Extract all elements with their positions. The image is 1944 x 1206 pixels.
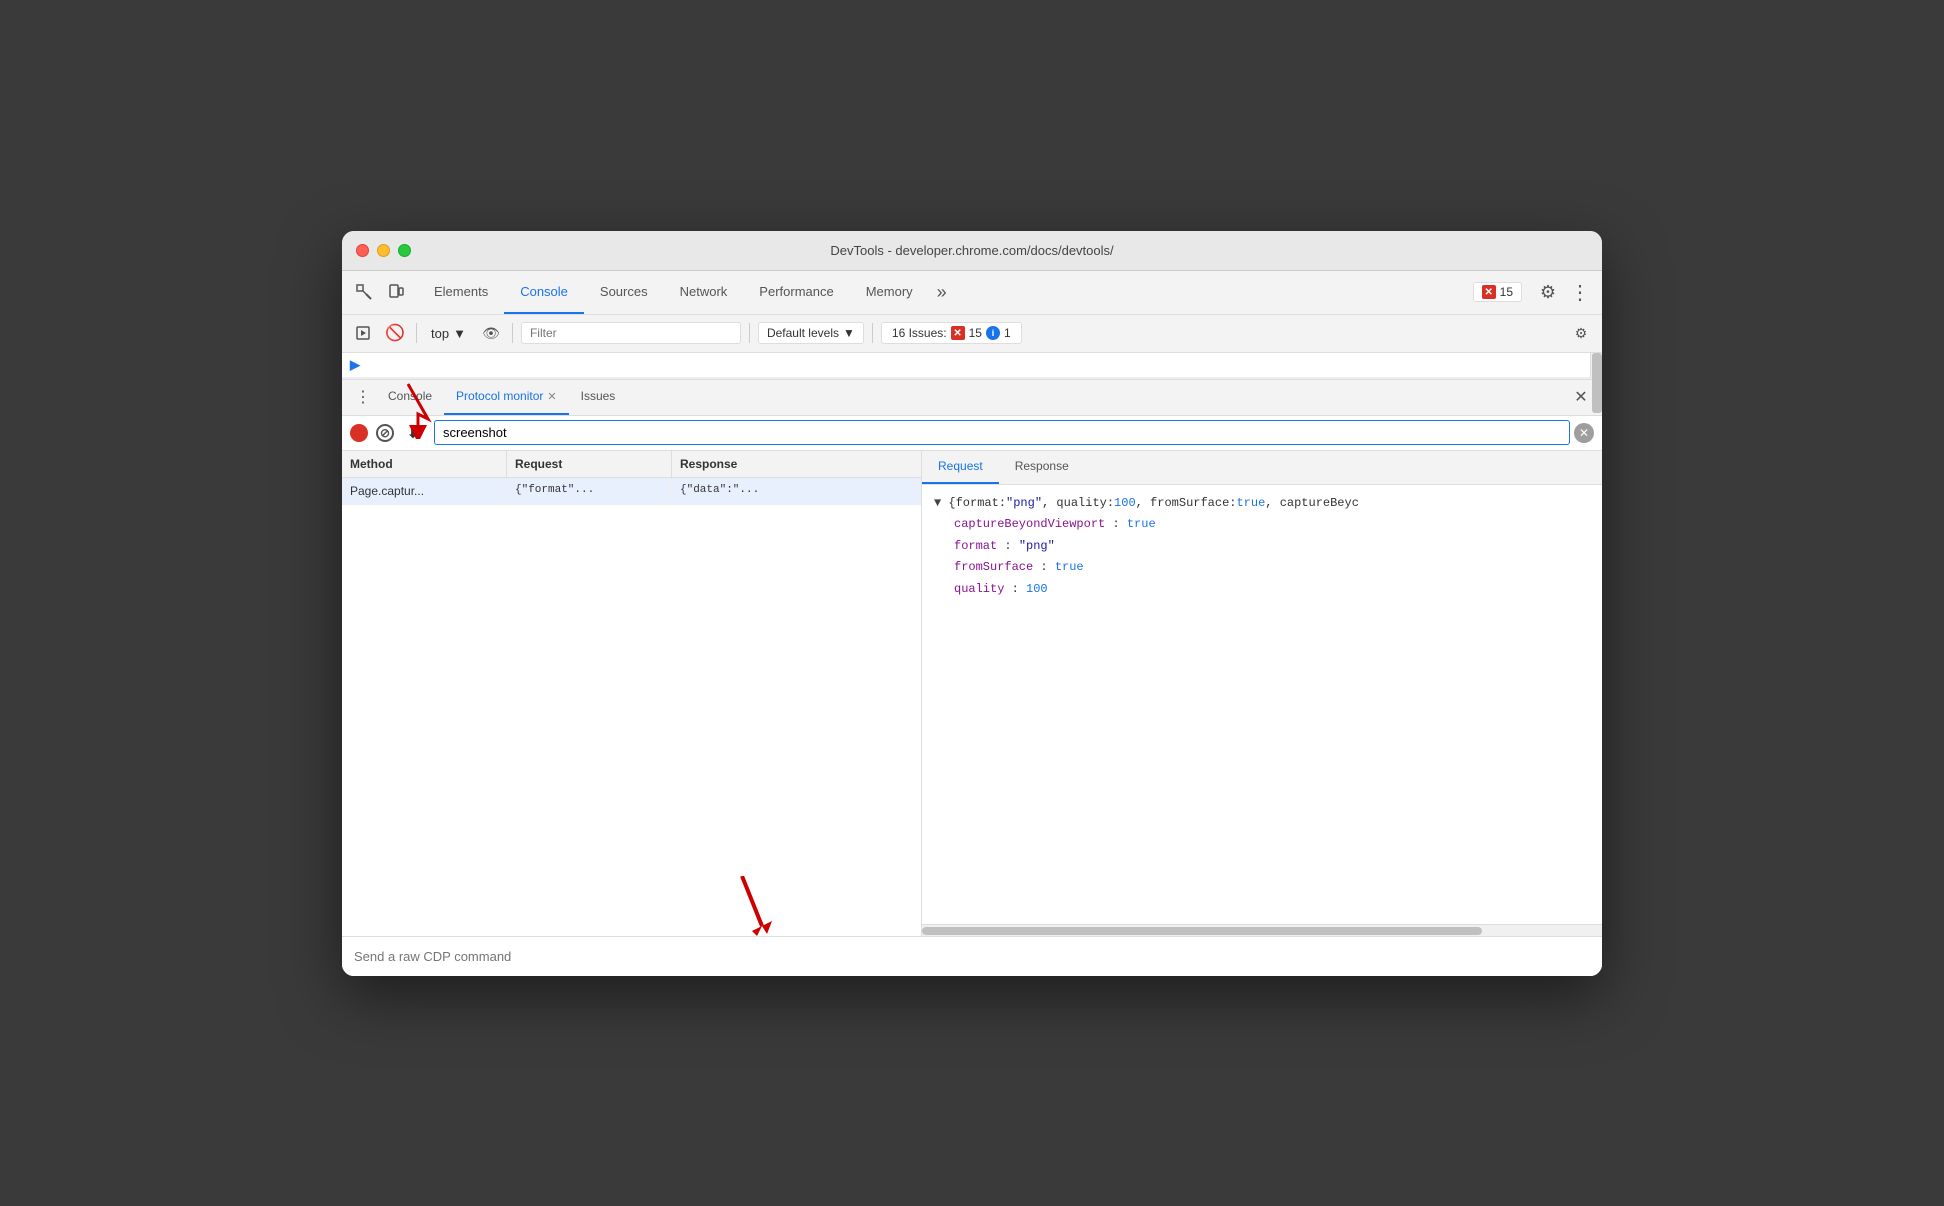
error-icon: ✕ <box>1482 285 1496 299</box>
column-request: Request <box>507 451 672 477</box>
tab-network[interactable]: Network <box>664 271 744 314</box>
drawer-tab-console[interactable]: Console <box>376 380 444 415</box>
search-clear-button[interactable]: ✕ <box>1574 423 1594 443</box>
protocol-search-bar: ⊘ ⬇ ✕ <box>342 416 1602 451</box>
drawer-tab-list: ⋮ Console <box>342 380 1602 416</box>
maximize-button[interactable] <box>398 244 411 257</box>
json-field-1: captureBeyondViewport : true <box>934 514 1590 536</box>
console-content: ▶ <box>342 353 1590 378</box>
row-method: Page.captur... <box>342 478 507 504</box>
issues-info-icon: i <box>986 326 1000 340</box>
clear-protocol-button[interactable]: ⊘ <box>376 424 394 442</box>
drawer-tab-protocol-monitor[interactable]: Protocol monitor ✕ <box>444 380 569 415</box>
context-selector[interactable]: top ▼ <box>425 324 472 343</box>
protocol-table-container: Method Request Response Page.captur... {… <box>342 451 1602 936</box>
protocol-left-panel: Method Request Response Page.captur... {… <box>342 451 922 936</box>
detail-tab-response[interactable]: Response <box>999 451 1085 484</box>
issues-count-button[interactable]: 16 Issues: ✕ 15 i 1 <box>881 322 1022 344</box>
devtools-tabs: Elements Console Sources Network Perform… <box>418 271 955 314</box>
protocol-right-panel: Request Response ▼ {format: "png" , qual… <box>922 451 1602 936</box>
protocol-table-header: Method Request Response <box>342 451 921 478</box>
cdp-command-input[interactable] <box>354 949 1590 964</box>
toolbar-divider-3 <box>749 323 750 343</box>
main-scrollbar[interactable] <box>1590 353 1602 378</box>
json-field-2: format : "png" <box>934 536 1590 558</box>
column-response: Response <box>672 451 921 477</box>
titlebar: DevTools - developer.chrome.com/docs/dev… <box>342 231 1602 271</box>
row-request: {"format"... <box>507 478 672 504</box>
browser-window: DevTools - developer.chrome.com/docs/dev… <box>342 231 1602 976</box>
devtools-toolbar: Elements Console Sources Network Perform… <box>342 271 1602 315</box>
more-options-button[interactable]: ⋮ <box>1566 278 1594 306</box>
tab-memory[interactable]: Memory <box>850 271 929 314</box>
drawer-panel: ⋮ Console <box>342 379 1602 976</box>
collapse-icon[interactable]: ▼ <box>934 493 941 515</box>
devtools-panel: Elements Console Sources Network Perform… <box>342 271 1602 976</box>
toolbar-divider <box>416 323 417 343</box>
eye-button[interactable]: 👁 <box>478 320 504 346</box>
traffic-lights <box>356 244 411 257</box>
tab-performance[interactable]: Performance <box>743 271 849 314</box>
log-levels-button[interactable]: Default levels ▼ <box>758 322 864 344</box>
drawer-menu-button[interactable]: ⋮ <box>350 384 376 410</box>
clear-console-button[interactable]: 🚫 <box>382 320 408 346</box>
device-toolbar-button[interactable] <box>382 278 410 306</box>
drawer-tab-issues[interactable]: Issues <box>569 380 628 415</box>
tab-sources[interactable]: Sources <box>584 271 664 314</box>
console-area: ▶ <box>342 353 1602 379</box>
more-tabs-button[interactable]: » <box>929 271 955 314</box>
json-field-3: fromSurface : true <box>934 557 1590 579</box>
table-row[interactable]: Page.captur... {"format"... {"data":"... <box>342 478 921 505</box>
window-title: DevTools - developer.chrome.com/docs/dev… <box>830 243 1113 258</box>
issues-error-icon: ✕ <box>951 326 965 340</box>
detail-tab-request[interactable]: Request <box>922 451 999 484</box>
console-settings-button[interactable]: ⚙ <box>1568 320 1594 346</box>
record-button[interactable] <box>350 424 368 442</box>
protocol-monitor-content: ⊘ ⬇ ✕ Method Request Response <box>342 416 1602 936</box>
drawer-close-button[interactable]: ✕ <box>1568 384 1594 410</box>
tab-elements[interactable]: Elements <box>418 271 504 314</box>
inspect-element-button[interactable] <box>350 278 378 306</box>
json-root-line: ▼ {format: "png" , quality: 100 , fromSu… <box>934 493 1590 515</box>
protocol-detail-tabs: Request Response <box>922 451 1602 485</box>
filter-input[interactable] <box>521 322 741 344</box>
expand-arrow[interactable]: ▶ <box>350 357 360 373</box>
protocol-detail-content: ▼ {format: "png" , quality: 100 , fromSu… <box>922 485 1602 924</box>
protocol-search-input[interactable] <box>434 420 1570 445</box>
protocol-table-body: Page.captur... {"format"... {"data":"... <box>342 478 921 936</box>
settings-button[interactable]: ⚙ <box>1534 278 1562 306</box>
drawer-tab-close[interactable]: ✕ <box>547 390 556 403</box>
column-method: Method <box>342 451 507 477</box>
console-toolbar: 🚫 top ▼ 👁 Default levels ▼ 16 Issues: ✕ … <box>342 315 1602 353</box>
json-field-4: quality : 100 <box>934 579 1590 601</box>
console-prompt-line: ▶ <box>342 353 1590 378</box>
minimize-button[interactable] <box>377 244 390 257</box>
toolbar-divider-2 <box>512 323 513 343</box>
horizontal-scrollbar[interactable] <box>922 924 1602 936</box>
close-button[interactable] <box>356 244 369 257</box>
scrollbar-thumb <box>922 927 1482 935</box>
run-script-button[interactable] <box>350 320 376 346</box>
toolbar-divider-4 <box>872 323 873 343</box>
download-protocol-button[interactable]: ⬇ <box>400 420 426 446</box>
scrollbar-thumb <box>1592 353 1602 413</box>
tab-console[interactable]: Console <box>504 271 584 314</box>
error-count-badge[interactable]: ✕ 15 <box>1473 282 1522 302</box>
cdp-command-bar <box>342 936 1602 976</box>
row-response: {"data":"... <box>672 478 921 504</box>
